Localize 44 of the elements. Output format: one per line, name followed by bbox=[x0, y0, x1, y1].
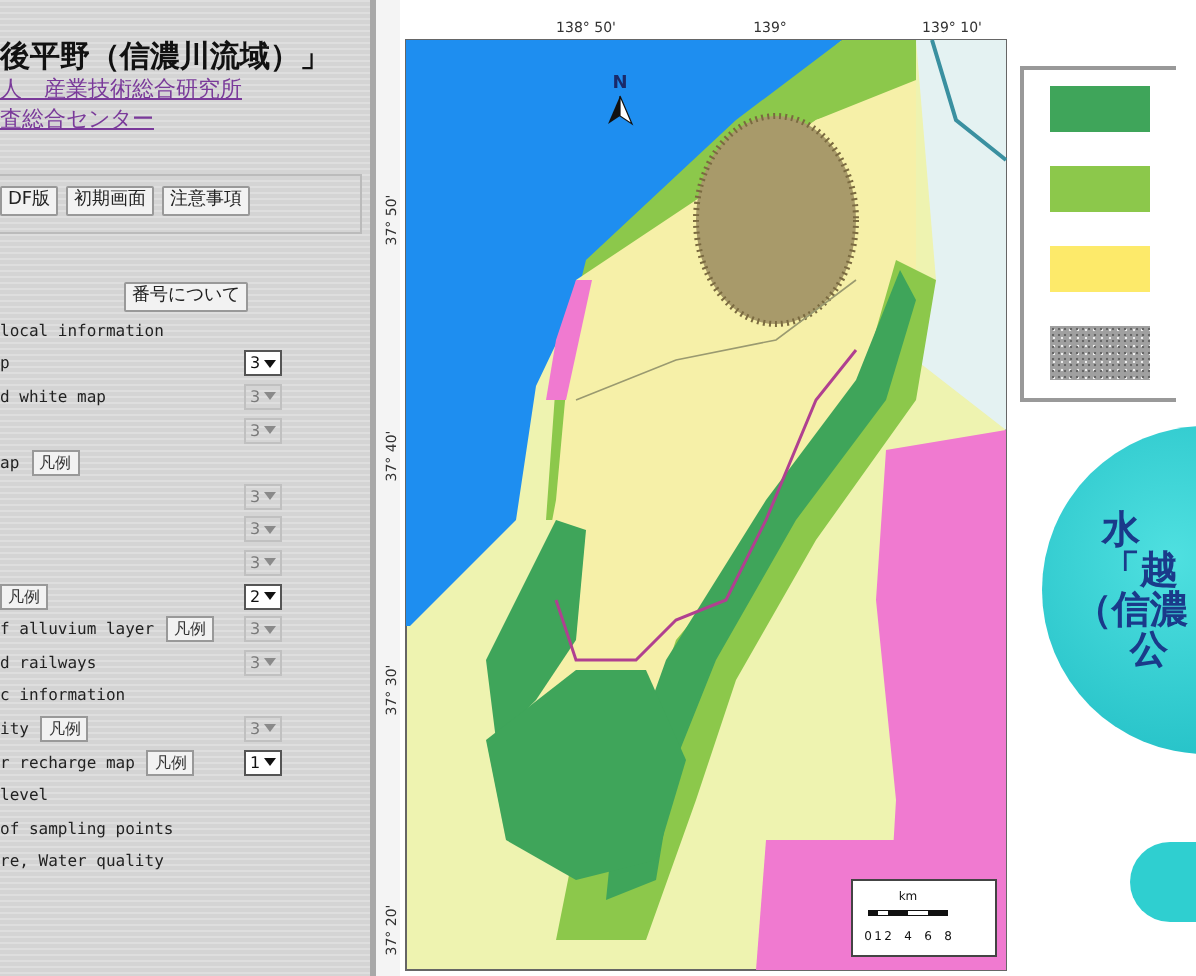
nav-button[interactable]: 初期画面 bbox=[66, 186, 155, 216]
legend-button[interactable]: 凡例 bbox=[146, 749, 195, 776]
caret-icon bbox=[264, 558, 277, 567]
org-link[interactable]: 人 産業技術総合研究所 bbox=[0, 74, 242, 104]
layer-label: local information bbox=[0, 321, 164, 340]
caret-icon bbox=[264, 426, 277, 435]
caret-icon bbox=[264, 392, 277, 401]
legend-button[interactable]: 凡例 bbox=[40, 715, 89, 742]
caret-icon bbox=[264, 724, 277, 733]
layer-label: d railways bbox=[0, 653, 97, 672]
layer-label: c information bbox=[0, 686, 126, 705]
north-arrow-icon bbox=[608, 95, 634, 126]
level-dropdown[interactable]: 1 bbox=[244, 749, 283, 776]
caret-icon bbox=[264, 758, 277, 767]
scale-bar-icon bbox=[868, 910, 948, 916]
circle-title-text: 公 bbox=[1127, 630, 1168, 670]
layer-label: p bbox=[0, 354, 10, 373]
layer-label: ap bbox=[0, 454, 20, 473]
layer-label: of sampling points bbox=[0, 819, 174, 838]
layer-label: r recharge map bbox=[0, 753, 135, 772]
legend-button[interactable]: 凡例 bbox=[31, 450, 80, 477]
org-link[interactable]: 査総合センター bbox=[0, 104, 154, 134]
layer-label: f alluvium layer bbox=[0, 620, 155, 639]
legend-button[interactable]: 凡例 bbox=[166, 616, 215, 643]
nav-button[interactable]: DF版 bbox=[0, 186, 59, 216]
caret-icon bbox=[264, 359, 277, 368]
about-button[interactable]: 番号について bbox=[124, 282, 248, 312]
circle-title-text: 水 bbox=[1099, 510, 1140, 550]
layer-label: re, Water quality bbox=[0, 852, 164, 871]
legend-button[interactable]: 凡例 bbox=[0, 583, 48, 610]
layer-label: d white map bbox=[0, 387, 106, 406]
circle-title-text: 「越 bbox=[1100, 550, 1178, 590]
layer-label: ity bbox=[0, 719, 29, 738]
caret-icon bbox=[264, 658, 277, 667]
caret-icon bbox=[264, 625, 277, 634]
caret-icon bbox=[264, 492, 277, 501]
circle-title-text: （信濃 bbox=[1074, 590, 1188, 630]
caret-icon bbox=[264, 592, 277, 601]
caret-icon bbox=[264, 525, 277, 534]
layer-label: level bbox=[0, 786, 49, 805]
nav-button[interactable]: 注意事項 bbox=[162, 186, 251, 216]
level-dropdown[interactable]: 2 bbox=[244, 583, 283, 610]
level-dropdown[interactable]: 3 bbox=[244, 350, 283, 377]
north-label: N bbox=[612, 74, 628, 94]
